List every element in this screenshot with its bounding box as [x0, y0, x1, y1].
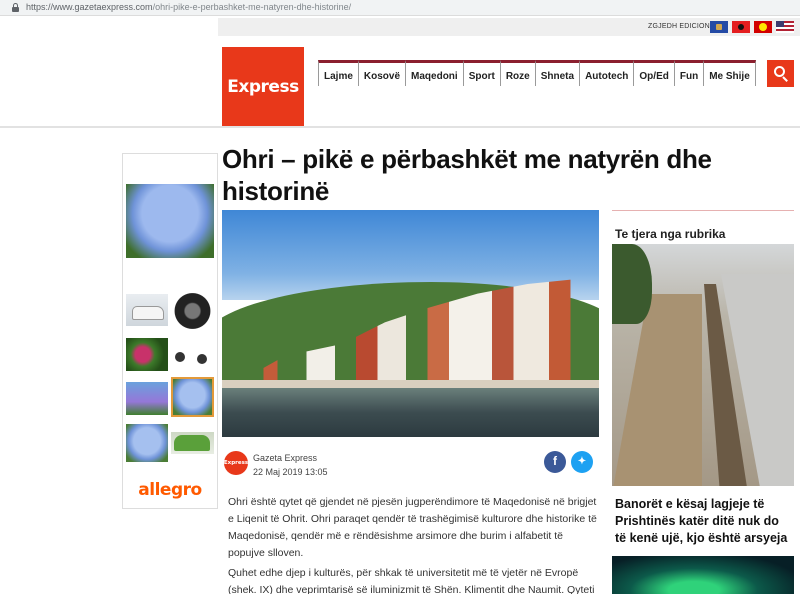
ad-image-wisteria-garden[interactable] — [126, 382, 168, 415]
kosovo-flag-icon[interactable] — [710, 21, 728, 33]
facebook-share-button[interactable]: f — [544, 451, 566, 473]
url-text[interactable]: https://www.gazetaexpress.com/ohri-pike-… — [26, 2, 351, 12]
ad-image-wisteria-selected[interactable] — [171, 377, 214, 417]
rail-story-image[interactable] — [612, 244, 794, 486]
article-paragraph: Quhet edhe djep i kulturës, për shkak të… — [228, 567, 595, 594]
twitter-icon: ✦ — [577, 456, 587, 467]
author-name[interactable]: Gazeta Express — [253, 453, 317, 463]
ad-image-wheel-rim[interactable] — [171, 291, 214, 331]
edition-bar: ZGJEDH EDICIONIN — [218, 18, 800, 36]
ad-image-go-kart[interactable] — [171, 336, 214, 372]
nav-item-lajme[interactable]: Lajme — [318, 60, 358, 86]
rail-heading: Te tjera nga rubrika — [615, 227, 726, 241]
nav-item-autotech[interactable]: Autotech — [579, 60, 634, 86]
ad-image-wisteria-bush[interactable] — [126, 424, 168, 462]
article-hero-image — [222, 210, 599, 437]
rail-next-story-image[interactable] — [612, 556, 794, 594]
url-path: /ohri-pike-e-perbashket-me-natyren-dhe-h… — [152, 2, 352, 12]
avatar-text: Express — [223, 460, 249, 466]
article-title: Ohri – pikë e përbashkët me natyrën dhe … — [222, 144, 712, 206]
edition-label: ZGJEDH EDICIONIN — [648, 23, 718, 30]
rail-divider — [612, 210, 794, 211]
url-host: https://www.gazetaexpress.com — [26, 2, 153, 12]
nav-item-shneta[interactable]: Shneta — [534, 60, 580, 86]
search-button[interactable] — [767, 60, 794, 87]
usa-flag-icon[interactable] — [776, 21, 794, 33]
ad-image-car[interactable] — [126, 294, 168, 326]
ad-image-wisteria-tree[interactable] — [126, 184, 214, 258]
lock-icon — [12, 3, 19, 12]
ad-banner[interactable]: allegro — [122, 153, 218, 509]
ad-image-greenhouse[interactable] — [171, 432, 214, 454]
twitter-share-button[interactable]: ✦ — [571, 451, 593, 473]
facebook-icon: f — [553, 454, 557, 468]
nav-item-sport[interactable]: Sport — [462, 60, 500, 86]
author-avatar[interactable]: Express — [224, 451, 248, 475]
main-nav: Lajme Kosovë Maqedoni Sport Roze Shneta … — [318, 60, 756, 86]
nav-item-maqedoni[interactable]: Maqedoni — [405, 60, 463, 86]
ad-image-flowers[interactable] — [126, 338, 168, 371]
nav-item-oped[interactable]: Op/Ed — [633, 60, 674, 86]
address-bar[interactable]: https://www.gazetaexpress.com/ohri-pike-… — [0, 0, 800, 16]
albania-flag-icon[interactable] — [732, 21, 750, 33]
nav-item-roze[interactable]: Roze — [499, 60, 535, 86]
header-divider — [0, 126, 800, 128]
logo-text: Express — [227, 77, 299, 97]
macedonia-flag-icon[interactable] — [754, 21, 772, 33]
publish-date: 22 Maj 2019 13:05 — [253, 467, 328, 477]
nav-item-me-shije[interactable]: Me Shije — [703, 60, 756, 86]
site-logo[interactable]: Express — [222, 47, 304, 127]
rail-story-title[interactable]: Banorët e kësaj lagjeje të Prishtinës ka… — [615, 496, 793, 547]
ad-brand-logo[interactable]: allegro — [123, 480, 217, 500]
nav-item-fun[interactable]: Fun — [673, 60, 704, 86]
article-paragraph: Ohri është qytet që gjendet në pjesën ju… — [228, 496, 597, 559]
nav-item-kosove[interactable]: Kosovë — [357, 60, 406, 86]
